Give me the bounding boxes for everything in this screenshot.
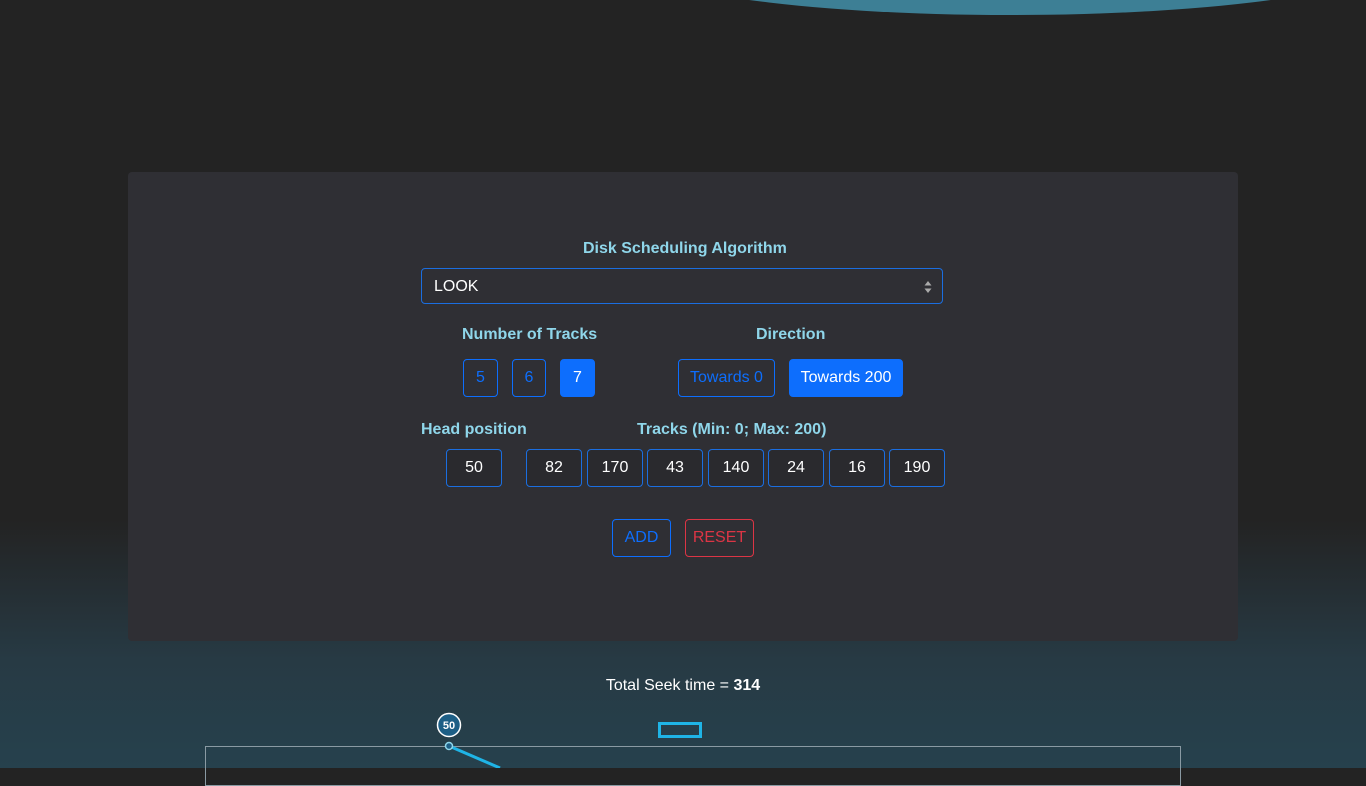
head-marker-label: 50 (443, 720, 455, 732)
head-marker-point (444, 741, 454, 751)
chart-legend-swatch (658, 722, 702, 738)
seek-chart: 50 (436, 712, 702, 768)
seek-path-segment (448, 744, 501, 768)
